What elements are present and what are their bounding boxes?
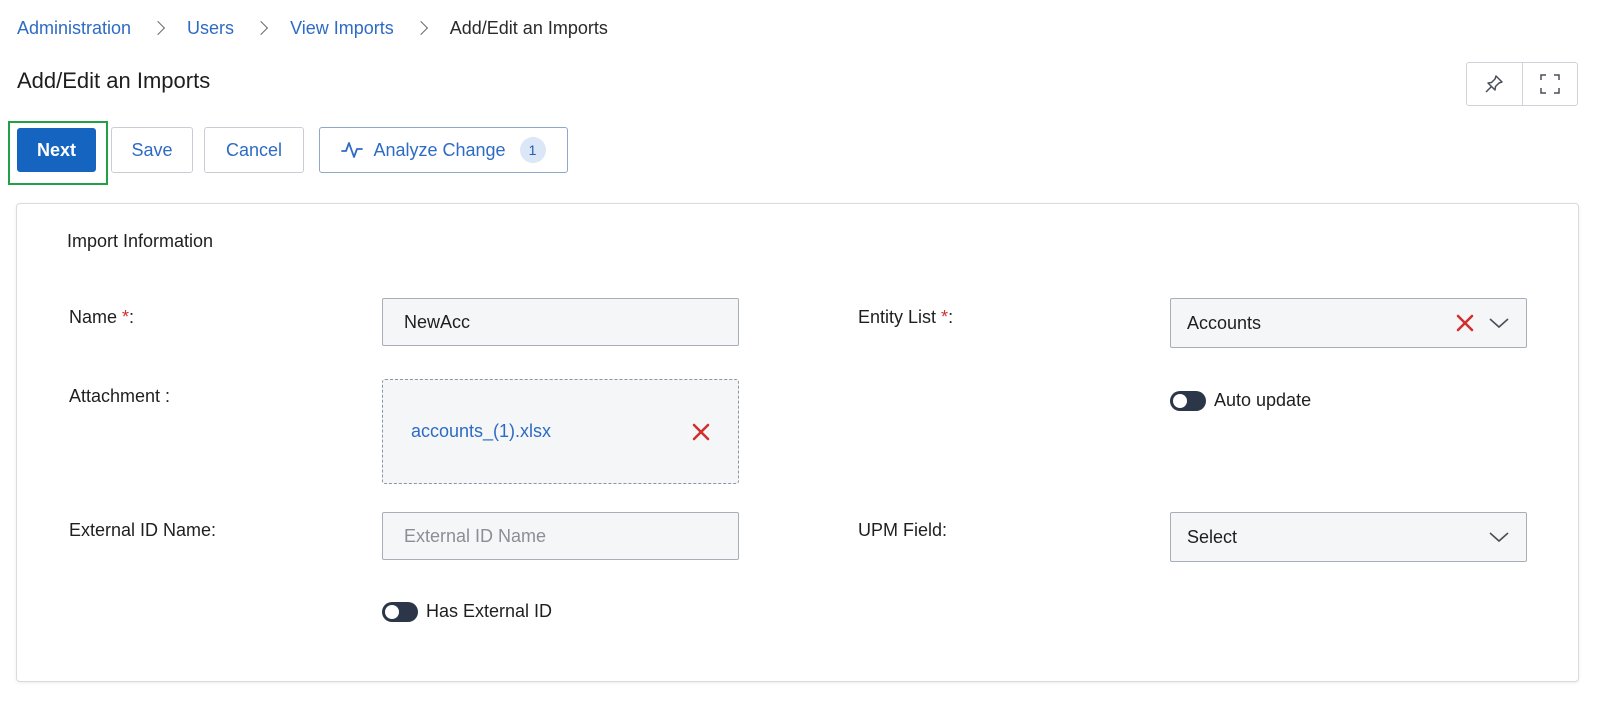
pin-icon: [1485, 75, 1503, 93]
has-external-id-toggle[interactable]: [382, 601, 418, 622]
breadcrumb-current: Add/Edit an Imports: [449, 17, 608, 38]
analyze-change-button[interactable]: Analyze Change 1: [319, 127, 568, 173]
fullscreen-button[interactable]: [1521, 63, 1578, 105]
external-id-label: External ID Name:: [69, 520, 217, 540]
entity-list-label-text: Entity List: [858, 307, 937, 327]
chevron-right-icon: [413, 20, 428, 36]
fullscreen-icon: [1540, 74, 1560, 94]
name-label: Name *:: [69, 307, 134, 328]
required-marker: *: [941, 307, 949, 327]
remove-attachment-icon[interactable]: [692, 423, 710, 441]
entity-list-select[interactable]: Accounts: [1170, 298, 1527, 348]
name-input[interactable]: NewAcc: [382, 298, 739, 346]
entity-list-label-suffix: :: [948, 307, 954, 327]
chevron-down-icon: [1488, 316, 1510, 330]
auto-update-label: Auto update: [1214, 390, 1312, 410]
clear-selection-icon[interactable]: [1456, 314, 1474, 332]
chevron-right-icon: [150, 20, 166, 36]
upm-field-select[interactable]: Select: [1170, 512, 1527, 562]
next-button[interactable]: Next: [17, 128, 96, 172]
analyze-change-label: Analyze Change: [373, 139, 506, 160]
entity-list-label: Entity List *:: [858, 307, 953, 328]
pin-button[interactable]: [1467, 63, 1522, 105]
save-button[interactable]: Save: [111, 127, 193, 173]
chevron-right-icon: [253, 20, 269, 36]
analyze-count-badge: 1: [519, 137, 546, 163]
view-controls: [1466, 62, 1578, 106]
import-information-card: Import Information Name *: NewAcc Attach…: [16, 203, 1579, 682]
breadcrumb-administration[interactable]: Administration: [17, 18, 131, 39]
chevron-down-icon: [1488, 530, 1510, 544]
has-external-id-row: Has External ID: [382, 601, 552, 622]
upm-field-value: Select: [1187, 526, 1238, 547]
attachment-dropzone[interactable]: accounts_(1).xlsx: [382, 379, 739, 484]
attachment-label: Attachment :: [69, 386, 171, 406]
entity-list-value: Accounts: [1187, 312, 1262, 333]
upm-field-label: UPM Field:: [858, 520, 948, 540]
external-id-input[interactable]: [382, 512, 739, 560]
cancel-button[interactable]: Cancel: [204, 127, 304, 173]
breadcrumb-view-imports[interactable]: View Imports: [290, 18, 394, 39]
auto-update-toggle[interactable]: [1170, 390, 1206, 411]
section-title: Import Information: [67, 231, 214, 251]
has-external-id-label: Has External ID: [426, 601, 553, 621]
attachment-file-link[interactable]: accounts_(1).xlsx: [411, 421, 692, 442]
auto-update-row: Auto update: [1170, 390, 1311, 411]
name-label-suffix: :: [129, 307, 135, 327]
name-label-text: Name: [69, 307, 118, 327]
page-title: Add/Edit an Imports: [17, 68, 211, 93]
required-marker: *: [122, 307, 130, 327]
breadcrumb-users[interactable]: Users: [187, 18, 234, 39]
activity-icon: [341, 140, 364, 160]
breadcrumb: Administration Users View Imports Add/Ed…: [17, 17, 608, 39]
